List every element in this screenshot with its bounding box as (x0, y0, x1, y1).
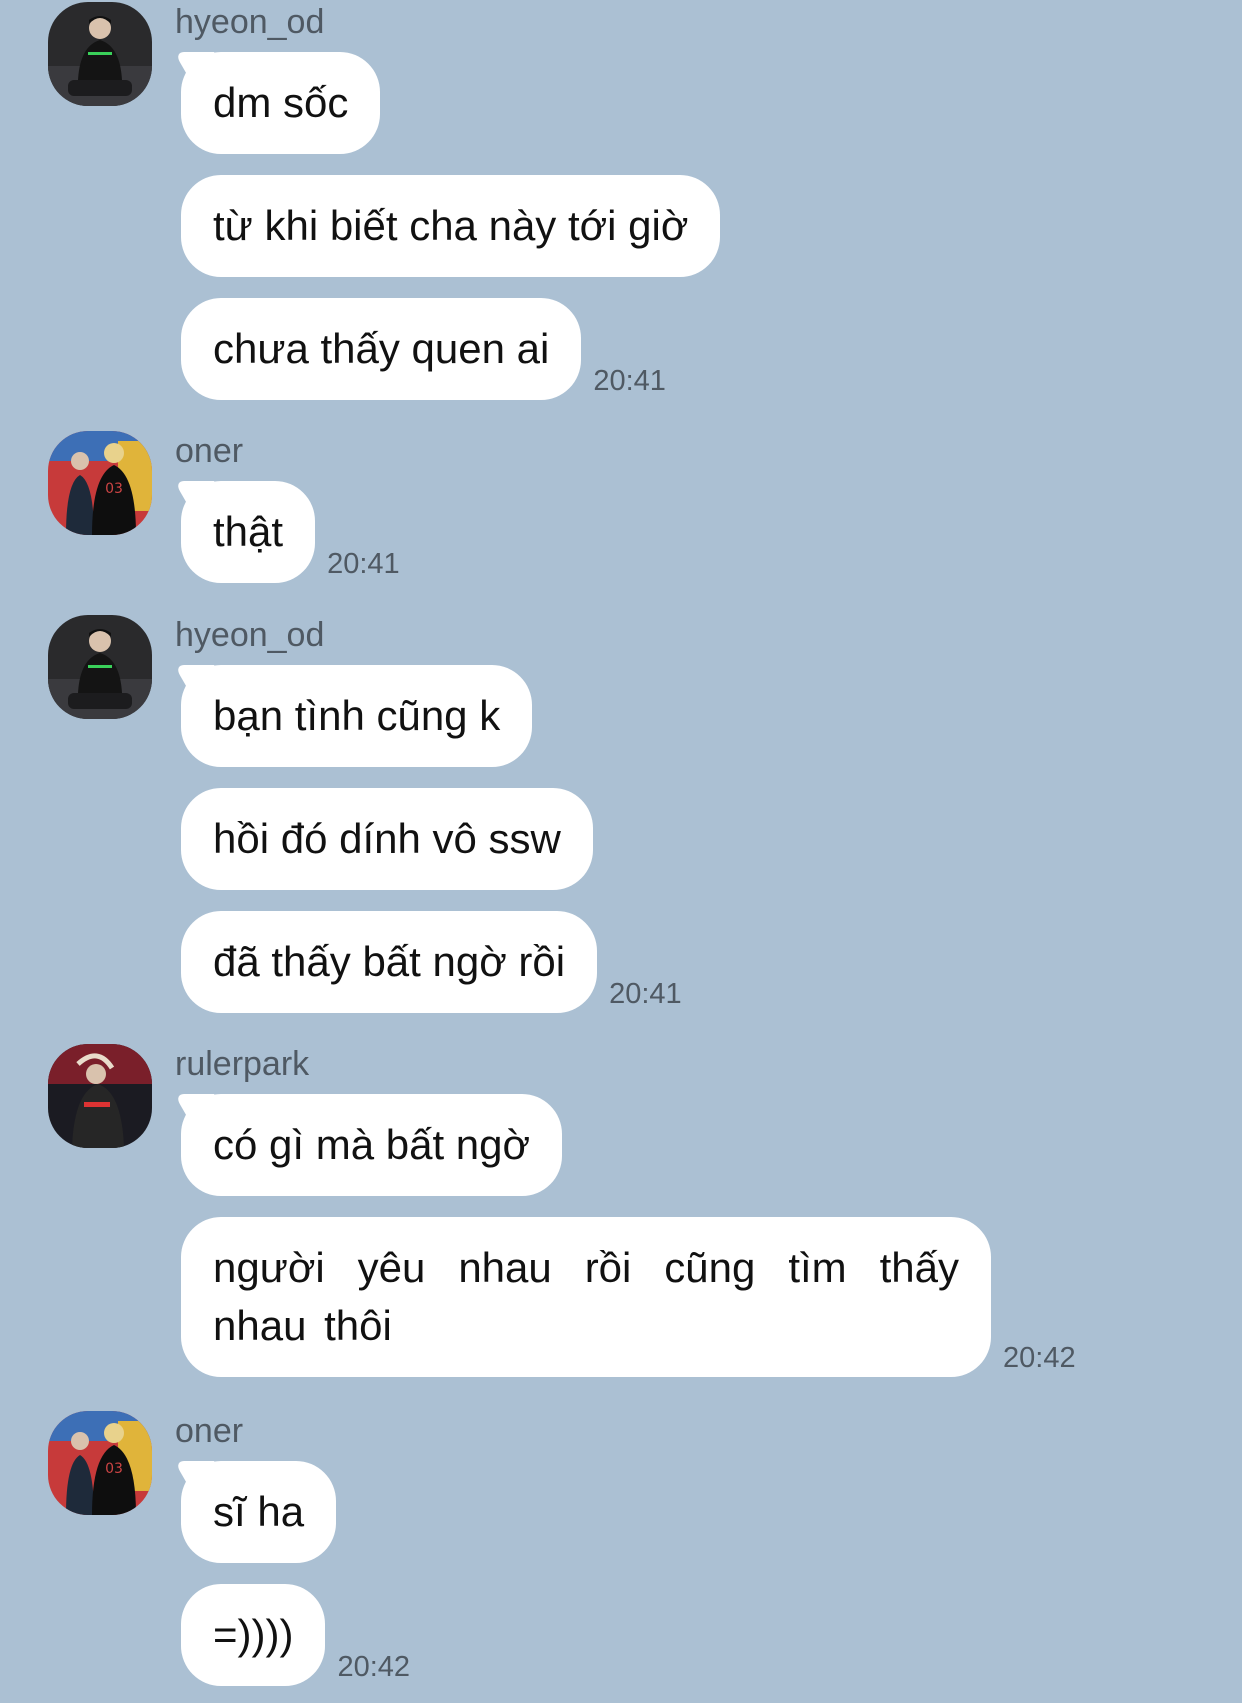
message-row: có gì mà bất ngờ (181, 1094, 563, 1196)
avatar[interactable] (48, 615, 152, 719)
message-row: chưa thấy quen ai 20:41 (181, 298, 666, 400)
message-timestamp: 20:42 (1003, 1342, 1076, 1374)
avatar[interactable]: 03 (48, 1411, 152, 1515)
message-row: bạn tình cũng k (181, 665, 533, 767)
avatar[interactable] (48, 1044, 152, 1148)
message-bubble[interactable]: bạn tình cũng k (181, 665, 533, 767)
sender-name: oner (175, 432, 244, 470)
sender-name: oner (175, 1412, 244, 1450)
message-bubble[interactable]: chưa thấy quen ai (181, 298, 582, 400)
message-bubble[interactable]: có gì mà bất ngờ (181, 1094, 563, 1196)
message-timestamp: 20:41 (609, 978, 682, 1010)
message-row: hồi đó dính vô ssw (181, 788, 593, 890)
avatar[interactable] (48, 2, 152, 106)
message-row: =)))) 20:42 (181, 1584, 410, 1686)
message-row: từ khi biết cha này tới giờ (181, 175, 721, 277)
message-timestamp: 20:41 (327, 548, 400, 580)
sender-name: hyeon_od (175, 3, 325, 41)
message-bubble[interactable]: dm sốc (181, 52, 381, 154)
message-bubble[interactable]: hồi đó dính vô ssw (181, 788, 593, 890)
message-timestamp: 20:42 (337, 1651, 411, 1683)
message-row: thật 20:41 (181, 481, 400, 583)
message-timestamp: 20:41 (593, 365, 666, 397)
message-bubble[interactable]: sĩ ha (181, 1461, 337, 1563)
sender-name: hyeon_od (175, 616, 325, 654)
message-row: người yêu nhau rồi cũng tìm thấy nhau th… (181, 1217, 1076, 1377)
message-row: sĩ ha (181, 1461, 337, 1563)
message-bubble[interactable]: đã thấy bất ngờ rồi (181, 911, 598, 1013)
message-row: dm sốc (181, 52, 381, 154)
sender-name: rulerpark (175, 1045, 310, 1083)
svg-text:03: 03 (105, 481, 123, 497)
message-bubble[interactable]: thật (181, 481, 316, 583)
message-row: đã thấy bất ngờ rồi 20:41 (181, 911, 682, 1013)
avatar[interactable]: 03 (48, 431, 152, 535)
message-bubble[interactable]: =)))) (181, 1584, 326, 1686)
svg-text:03: 03 (105, 1461, 123, 1477)
message-bubble[interactable]: người yêu nhau rồi cũng tìm thấy nhau th… (181, 1217, 991, 1377)
chat-area[interactable]: hyeon_od dm sốc từ khi biết cha này tới … (0, 0, 1242, 1703)
message-bubble[interactable]: từ khi biết cha này tới giờ (181, 175, 721, 277)
